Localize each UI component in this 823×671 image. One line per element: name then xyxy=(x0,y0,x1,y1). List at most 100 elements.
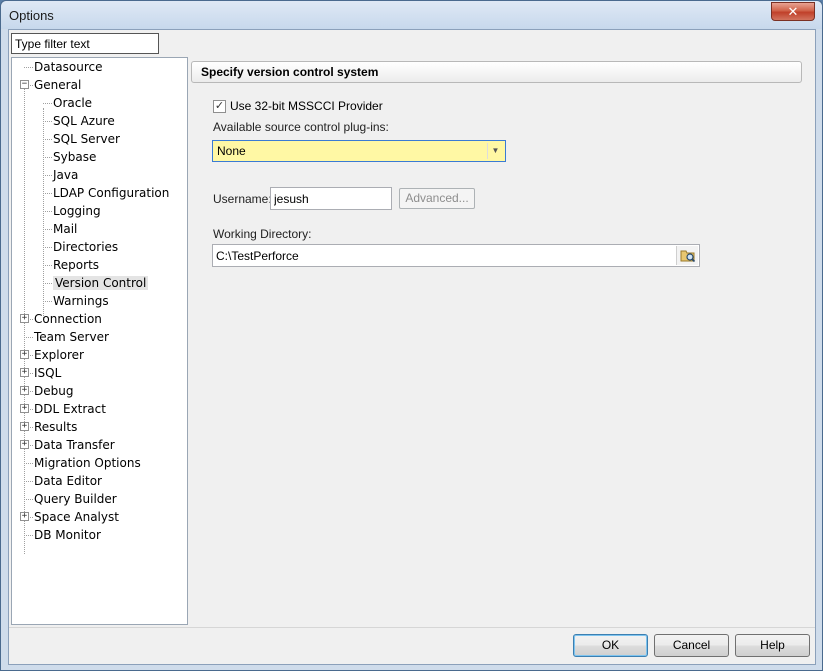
tree-item[interactable]: Space Analyst xyxy=(34,508,119,526)
tree-item-label: Oracle xyxy=(53,96,93,110)
workdir-label: Working Directory: xyxy=(213,227,312,241)
tree-item-label: Sybase xyxy=(53,150,97,164)
tree-item-label: Directories xyxy=(53,240,119,254)
cancel-button[interactable]: Cancel xyxy=(654,634,729,657)
section-header: Specify version control system xyxy=(191,61,802,83)
tree-item-label: Datasource xyxy=(34,60,103,74)
tree-item[interactable]: DB Monitor xyxy=(34,526,101,544)
close-button[interactable]: ✕ xyxy=(771,2,815,21)
close-icon: ✕ xyxy=(787,4,799,19)
title-bar: Options ✕ xyxy=(1,1,822,29)
tree-item[interactable]: Data Transfer xyxy=(34,436,115,454)
collapse-icon[interactable]: − xyxy=(20,80,29,89)
tree-item[interactable]: ISQL xyxy=(34,364,61,382)
tree-item[interactable]: Oracle xyxy=(53,94,92,112)
tree-item[interactable]: Data Editor xyxy=(34,472,102,490)
use-32bit-row[interactable]: ✓ Use 32-bit MSSCCI Provider xyxy=(213,98,383,114)
tree-connector-line xyxy=(24,499,33,500)
expand-icon[interactable]: + xyxy=(20,386,29,395)
expand-icon[interactable]: + xyxy=(20,368,29,377)
advanced-button[interactable]: Advanced... xyxy=(399,188,475,209)
tree-item[interactable]: Debug xyxy=(34,382,73,400)
tree-item[interactable]: Datasource xyxy=(34,58,103,76)
tree-item-label: Space Analyst xyxy=(34,510,119,524)
tree-item[interactable]: SQL Server xyxy=(53,130,120,148)
tree-item-label: Mail xyxy=(53,222,78,236)
use-32bit-checkbox[interactable]: ✓ xyxy=(213,99,226,113)
expand-icon[interactable]: + xyxy=(20,314,29,323)
tree-item-label: Data Transfer xyxy=(34,438,115,452)
tree-item[interactable]: SQL Azure xyxy=(53,112,115,130)
plugin-select[interactable]: None ▼ xyxy=(212,140,506,162)
tree-item[interactable]: Migration Options xyxy=(34,454,141,472)
tree-item[interactable]: Directories xyxy=(53,238,118,256)
tree-connector-line xyxy=(24,463,33,464)
help-button[interactable]: Help xyxy=(735,634,810,657)
tree-item-label: Data Editor xyxy=(34,474,102,488)
expand-icon[interactable]: + xyxy=(20,404,29,413)
tree-item-label: Migration Options xyxy=(34,456,141,470)
username-input[interactable] xyxy=(270,187,392,210)
tree-item-label: Query Builder xyxy=(34,492,117,506)
tree-connector-line xyxy=(43,211,52,212)
plugin-select-value: None xyxy=(217,144,246,158)
tree-item-label: Version Control xyxy=(53,276,149,290)
tree-item[interactable]: Explorer xyxy=(34,346,84,364)
tree-item[interactable]: Reports xyxy=(53,256,99,274)
tree-connector-line xyxy=(43,139,52,140)
expand-icon[interactable]: + xyxy=(20,512,29,521)
options-window: Options ✕ Datasource−General Oracle SQL Az… xyxy=(0,0,823,671)
tree-connector-line xyxy=(43,157,52,158)
tree-item[interactable]: Warnings xyxy=(53,292,109,310)
settings-panel: Specify version control system ✓ Use 32-… xyxy=(188,57,815,625)
tree-connector-line xyxy=(43,283,52,284)
footer-divider xyxy=(9,627,815,628)
folder-search-icon xyxy=(680,250,696,263)
tree-item[interactable]: Query Builder xyxy=(34,490,117,508)
tree-item-label: LDAP Configuration xyxy=(53,186,170,200)
plugins-label: Available source control plug-ins: xyxy=(213,120,389,134)
dialog-client: Datasource−General Oracle SQL Azure SQL Ser… xyxy=(8,29,816,665)
tree-item[interactable]: General xyxy=(34,76,81,94)
tree-connector-line xyxy=(24,337,33,338)
chevron-down-icon[interactable]: ▼ xyxy=(487,143,503,159)
tree-item-label: DDL Extract xyxy=(34,402,106,416)
tree-item-label: SQL Server xyxy=(53,132,120,146)
window-title: Options xyxy=(9,8,54,23)
expand-icon[interactable]: + xyxy=(20,350,29,359)
tree-item-label: ISQL xyxy=(34,366,62,380)
tree-connector-line xyxy=(24,481,33,482)
browse-button[interactable] xyxy=(676,246,698,265)
tree-item[interactable]: DDL Extract xyxy=(34,400,106,418)
tree-item-label: SQL Azure xyxy=(53,114,115,128)
tree-item[interactable]: Team Server xyxy=(34,328,109,346)
use-32bit-label: Use 32-bit MSSCCI Provider xyxy=(230,99,383,113)
tree-item-label: Reports xyxy=(53,258,100,272)
tree-item[interactable]: Results xyxy=(34,418,77,436)
tree-connector-line xyxy=(43,121,52,122)
filter-input[interactable] xyxy=(11,33,159,54)
tree-item[interactable]: LDAP Configuration xyxy=(53,184,169,202)
workdir-input[interactable] xyxy=(212,244,700,267)
tree-item[interactable]: Version Control xyxy=(53,274,149,292)
expand-icon[interactable]: + xyxy=(20,440,29,449)
expand-icon[interactable]: + xyxy=(20,422,29,431)
tree-connector-line xyxy=(24,67,33,68)
tree-item-label: Results xyxy=(34,420,78,434)
tree-item[interactable]: Connection xyxy=(34,310,102,328)
tree-item[interactable]: Java xyxy=(53,166,78,184)
tree-item-label: Connection xyxy=(34,312,102,326)
tree-item[interactable]: Mail xyxy=(53,220,77,238)
options-tree[interactable]: Datasource − General Oracle SQL Azure SQL Ser… xyxy=(11,57,188,625)
tree-item-label: Java xyxy=(53,168,79,182)
tree-item-label: Warnings xyxy=(53,294,109,308)
ok-button[interactable]: OK xyxy=(573,634,648,657)
tree-item-label: Debug xyxy=(34,384,74,398)
tree-item-label: DB Monitor xyxy=(34,528,101,542)
username-label: Username: xyxy=(213,192,272,206)
tree-item[interactable]: Logging xyxy=(53,202,101,220)
tree-connector-line xyxy=(43,229,52,230)
tree-connector-line xyxy=(43,193,52,194)
tree-connector-line xyxy=(43,265,52,266)
tree-item[interactable]: Sybase xyxy=(53,148,96,166)
